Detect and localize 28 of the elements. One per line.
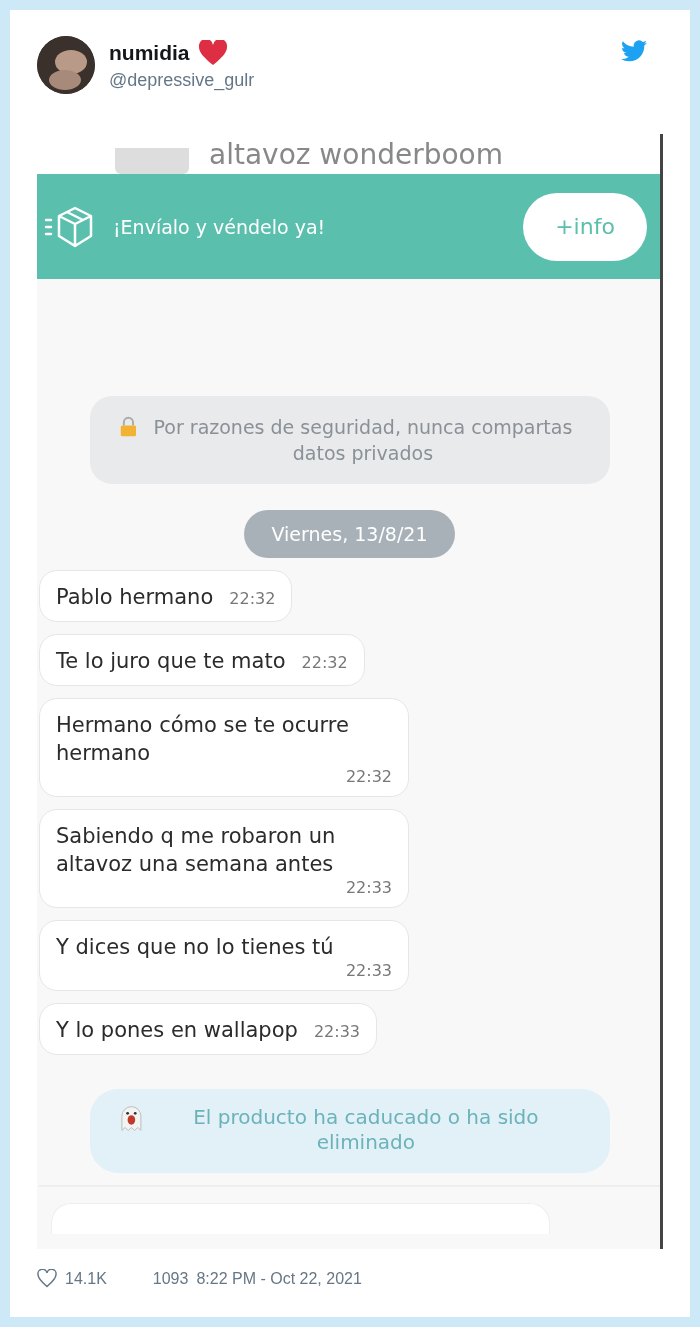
message-time: 22:33	[345, 961, 392, 980]
like-count: 14.1K	[65, 1269, 107, 1288]
message-text: Sabiendo q me robaron un altavoz una semana antes	[56, 823, 337, 878]
message-time: 22:32	[229, 589, 276, 608]
reply-count: 1093	[152, 1269, 189, 1288]
message-time: 22:33	[345, 878, 392, 897]
message-text: Y lo pones en wallapop	[56, 1017, 298, 1044]
user-handle[interactable]: @depressive_gulr	[109, 70, 255, 91]
banner-text: ¡Envíalo y véndelo ya!	[113, 215, 326, 238]
box-icon	[43, 204, 93, 249]
message-text: Hermano cómo se te ocurre hermano	[56, 712, 350, 767]
ghost-icon	[119, 1105, 143, 1133]
message-text: Y dices que no lo tienes tú	[56, 934, 334, 961]
date-separator: Viernes, 13/8/21	[243, 510, 456, 558]
tweet-timestamp[interactable]: 8:22 PM - Oct 22, 2021	[196, 1269, 362, 1288]
bird-icon[interactable]	[621, 40, 647, 62]
message-time: 22:33	[313, 1022, 360, 1041]
message-text: Te lo juro que te mato	[56, 648, 286, 675]
message-time: 22:32	[345, 767, 392, 786]
message-time: 22:32	[301, 653, 348, 672]
security-text: Por razones de seguridad, nunca compartas datos privados	[152, 415, 574, 466]
avatar[interactable]	[37, 36, 95, 94]
heart-icon[interactable]	[37, 1269, 57, 1288]
expired-text: El producto ha caducado o ha sido eliminado	[192, 1105, 540, 1155]
message-text: Pablo hermano	[56, 584, 214, 611]
display-name[interactable]: numidia	[109, 41, 190, 65]
product-title: altavoz wonderboom	[209, 138, 503, 172]
heart-icon	[197, 40, 228, 66]
